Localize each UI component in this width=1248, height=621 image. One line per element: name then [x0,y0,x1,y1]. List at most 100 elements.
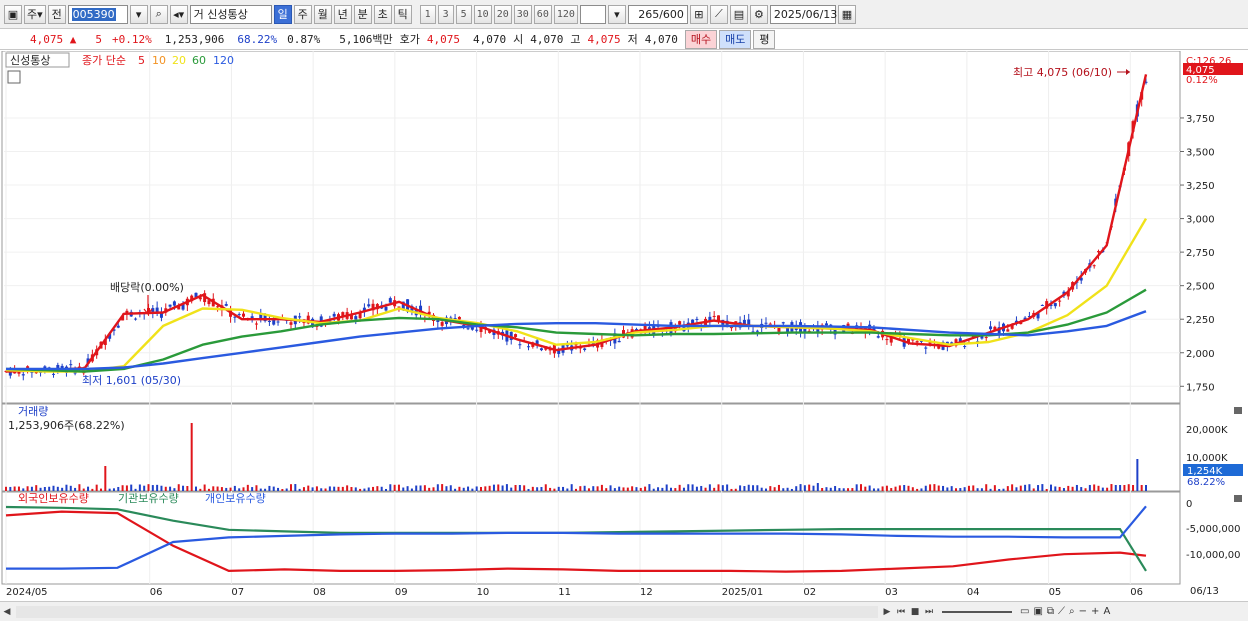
period-tick-button[interactable]: 틱 [393,4,412,24]
buy-button[interactable]: 매수 [684,29,718,49]
market-select[interactable]: 주 ▾ [24,4,46,24]
volume-bar [285,488,288,491]
period-month-button[interactable]: 월 [313,4,332,24]
stock-code-input[interactable]: 005390 [67,4,128,24]
ma-legend-60: 60 [192,54,206,67]
prev-button[interactable]: 전 [47,4,66,24]
avg-button[interactable]: 평 [753,29,776,49]
volume-bar [1006,486,1009,491]
interval-3-button[interactable]: 3 [437,4,454,24]
interval-10-button[interactable]: 10 [473,4,492,24]
scroll-right-icon[interactable]: ▶ [880,604,894,620]
candle-body [332,313,336,317]
candle-body [876,336,880,338]
volume-bar [30,486,33,491]
magnify-icon[interactable]: ⌕ [1069,606,1075,617]
minus-icon[interactable]: − [1079,606,1087,617]
volume-bar [337,486,340,491]
volume-bar [799,484,802,491]
volume-bar [872,488,875,491]
chart-type-icon[interactable]: ⊞ [689,4,708,24]
count-value: 265 [638,7,660,21]
volume-bar [527,488,530,491]
toolbar: ▣ 주 ▾ 전 005390 ▾ ⌕ ◂▾ 거 신성통상 일 주 월 년 분 초 … [0,0,1248,29]
period-minute-button[interactable]: 분 [353,4,372,24]
quote-bar: 4,075 ▲ 5 +0.12% 1,253,906 68.22% 0.87% … [0,29,1248,50]
layout-icon[interactable]: ▭ [1020,606,1029,617]
code-dropdown-icon[interactable]: ▾ [129,4,148,24]
settings-gear-icon[interactable]: ⚙ [749,4,768,24]
candle-body [963,346,967,348]
period-second-button[interactable]: 초 [373,4,392,24]
candle-body [824,323,828,326]
volume-bar [950,486,953,491]
volume-bar [143,485,146,491]
volume-bar [328,486,331,491]
volume-bar [1101,487,1104,491]
save-icon[interactable]: ▤ [729,4,748,24]
volume-bar [544,484,547,491]
volume-bar [851,488,854,491]
tool-icon[interactable]: ⟋ [1058,606,1065,617]
forward-icon[interactable]: ⏭ [922,604,936,620]
candle-body [712,315,716,317]
interval-dropdown-icon[interactable]: ▾ [607,4,626,24]
table-toggle-icon[interactable] [7,70,21,84]
horizontal-scrollbar[interactable] [16,605,878,618]
stop-icon[interactable]: ■ [908,604,922,620]
stock-code-value: 005390 [71,7,116,21]
calendar-icon[interactable]: ▦ [837,4,856,24]
count-input[interactable]: 265/600 [627,4,688,24]
candle-body [354,316,358,320]
plus-icon[interactable]: + [1091,606,1099,617]
sound-icon[interactable]: ◂▾ [169,4,188,24]
split-icon[interactable]: ⧉ [1047,606,1054,617]
custom-interval-input[interactable] [579,4,606,24]
volume-bar [151,485,154,491]
volume-bar [562,486,565,491]
volume-bar [795,486,798,491]
period-day-button[interactable]: 일 [273,4,292,24]
volume-bar [195,486,197,491]
rewind-icon[interactable]: ⏮ [894,604,908,620]
period-year-button[interactable]: 년 [333,4,352,24]
volume-bar [259,488,262,491]
sell-button[interactable]: 매도 [719,29,752,49]
volume-bar [570,484,573,491]
stock-name-field[interactable]: 거 신성통상 [189,4,272,24]
candle-body [289,322,293,325]
holding-panel-close-icon[interactable] [1234,495,1242,502]
font-icon[interactable]: A [1103,606,1110,617]
volume-bar [760,487,763,491]
stock-chart[interactable]: 2024/05 06 07 08 09 10 11 12 2025/01 02 03 04 05 063,… [0,51,1248,601]
low-price: 4,070 [644,32,678,46]
date-input[interactable]: 2025/06/13 [769,4,838,24]
volume-value-label: 1,253,906주(68.22%) [8,419,125,432]
volume-bar [212,486,215,491]
interval-20-button[interactable]: 20 [493,4,512,24]
volume-bar [782,488,785,491]
interval-60-button[interactable]: 60 [533,4,552,24]
candle-body [224,304,228,306]
volume-bar [825,487,828,491]
volume-bar [341,486,344,491]
search-icon[interactable]: ⌕ [149,4,168,24]
volume-bar [752,485,755,491]
period-week-button[interactable]: 주 [293,4,312,24]
multi-layout-icon[interactable]: ▣ [1033,606,1042,617]
interval-5-button[interactable]: 5 [455,4,472,24]
interval-120-button[interactable]: 120 [553,4,578,24]
volume-bar [1075,484,1078,491]
drawing-tool-icon[interactable]: ⟋ [709,4,728,24]
bottom-toolbar: ◀ ▶ ⏮ ■ ⏭ ▭ ▣ ⧉ ⟋ ⌕ − + A [0,601,1248,621]
zoom-slider[interactable] [942,610,1012,613]
volume-bar [929,484,932,491]
interval-1-button[interactable]: 1 [419,4,436,24]
scroll-left-icon[interactable]: ◀ [0,604,14,620]
volume-panel-close-icon[interactable] [1234,407,1242,414]
volume-bar [687,484,690,491]
window-icon[interactable]: ▣ [4,4,22,24]
date-value: 2025/06/13 [773,7,838,21]
interval-30-button[interactable]: 30 [513,4,532,24]
volume-bar [238,488,241,491]
